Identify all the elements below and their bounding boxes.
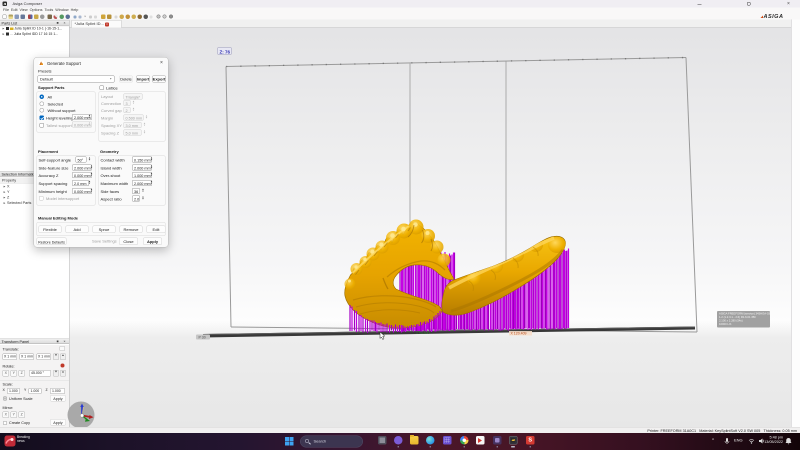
svg-text:2.100 x 2.280 (54x): 2.100 x 2.280 (54x) <box>719 319 743 323</box>
svg-text:1 94.600: 1 94.600 <box>416 331 430 335</box>
svg-text:1.2 (1.2.3.1 - 2.6) R1.6.01 35: 1.2 (1.2.3.1 - 2.6) R1.6.01 35F <box>719 315 756 319</box>
svg-text:P 30: P 30 <box>199 336 206 340</box>
svg-text:Z: 76: Z: 76 <box>220 50 231 55</box>
svg-text:10000 L/h: 10000 L/h <box>719 322 732 326</box>
svg-text:X 120.409: X 120.409 <box>511 332 527 336</box>
svg-text:ASIGA FREEFORM (service) 345HG: ASIGA FREEFORM (service) 345HGA-03 <box>719 312 771 316</box>
